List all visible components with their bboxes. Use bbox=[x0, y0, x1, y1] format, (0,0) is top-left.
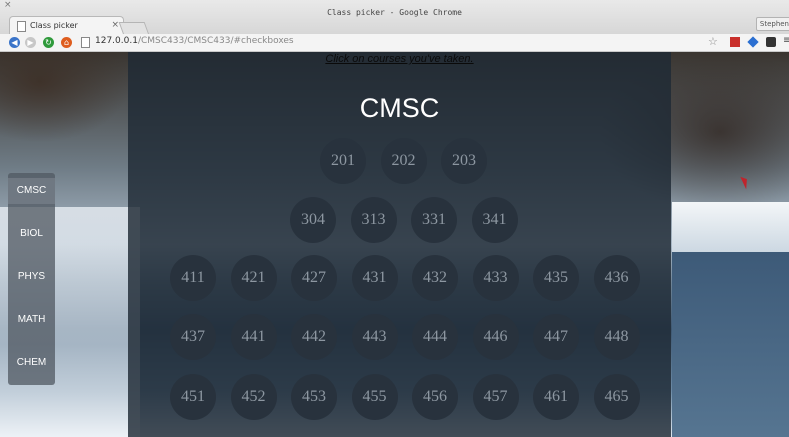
course-button[interactable]: 341 bbox=[471, 197, 518, 243]
course-button[interactable]: 444 bbox=[412, 314, 458, 360]
extension-icon[interactable] bbox=[747, 36, 759, 48]
browser-toolbar: ◀ ▶ ↻ ⌂ 127.0.0.1/CMSC433/CMSC433/#check… bbox=[0, 34, 789, 52]
menu-icon[interactable]: ≡ bbox=[783, 35, 789, 46]
extension-icon[interactable] bbox=[730, 37, 740, 47]
sidebar-item-phys[interactable]: PHYS bbox=[8, 264, 55, 290]
url-host: 127.0.0.1 bbox=[95, 36, 138, 46]
sidebar-item-biol[interactable]: BIOL bbox=[8, 221, 55, 247]
back-icon[interactable]: ◀ bbox=[9, 37, 20, 48]
course-button[interactable]: 313 bbox=[350, 197, 397, 243]
course-button[interactable]: 202 bbox=[380, 138, 427, 184]
course-button[interactable]: 331 bbox=[411, 197, 457, 243]
instruction-text: Click on courses you've taken. bbox=[325, 53, 474, 65]
extension-icon[interactable] bbox=[766, 37, 776, 47]
course-button[interactable]: 437 bbox=[170, 314, 216, 360]
department-heading: CMSC bbox=[359, 93, 440, 123]
course-button[interactable]: 452 bbox=[230, 374, 277, 420]
course-button[interactable]: 455 bbox=[351, 374, 398, 420]
window-titlebar: × Class picker - Google Chrome Stephen C… bbox=[0, 0, 789, 35]
course-button[interactable]: 441 bbox=[230, 314, 277, 360]
page-viewport: Click on courses you've taken. CMSC 201 2… bbox=[0, 52, 789, 437]
profile-badge[interactable]: Stephen bbox=[755, 17, 789, 31]
course-button[interactable]: 461 bbox=[533, 374, 579, 420]
course-button[interactable]: 456 bbox=[412, 374, 458, 420]
background-water bbox=[672, 252, 789, 437]
course-button[interactable]: 443 bbox=[351, 314, 398, 360]
course-button[interactable]: 427 bbox=[291, 255, 337, 301]
forward-icon[interactable]: ▶ bbox=[25, 37, 36, 48]
course-button[interactable]: 433 bbox=[472, 255, 519, 301]
course-button[interactable]: 304 bbox=[290, 197, 336, 243]
browser-tab[interactable]: Class picker × bbox=[9, 16, 124, 35]
course-panel: Click on courses you've taken. CMSC 201 2… bbox=[128, 52, 671, 437]
course-button[interactable]: 442 bbox=[291, 314, 337, 360]
course-button[interactable]: 448 bbox=[593, 314, 640, 360]
address-bar[interactable]: 127.0.0.1/CMSC433/CMSC433/#checkboxes bbox=[95, 36, 294, 46]
home-icon[interactable]: ⌂ bbox=[61, 37, 72, 48]
course-button[interactable]: 451 bbox=[170, 374, 216, 420]
sidebar-item-chem[interactable]: CHEM bbox=[8, 350, 55, 376]
course-button[interactable]: 201 bbox=[320, 138, 366, 184]
course-button[interactable]: 431 bbox=[351, 255, 398, 301]
course-button[interactable]: 446 bbox=[472, 314, 519, 360]
course-button[interactable]: 432 bbox=[412, 255, 458, 301]
course-button[interactable]: 447 bbox=[533, 314, 579, 360]
page-info-icon[interactable] bbox=[81, 37, 90, 48]
course-button[interactable]: 465 bbox=[593, 374, 640, 420]
course-button[interactable]: 435 bbox=[533, 255, 579, 301]
url-path: /CMSC433/CMSC433/#checkboxes bbox=[137, 36, 294, 46]
department-sidebar: CMSC BIOL PHYS MATH CHEM bbox=[8, 173, 55, 385]
course-button[interactable]: 436 bbox=[593, 255, 640, 301]
course-button[interactable]: 421 bbox=[230, 255, 277, 301]
tab-title: Class picker bbox=[30, 21, 78, 30]
reload-icon[interactable]: ↻ bbox=[43, 37, 54, 48]
course-button[interactable]: 453 bbox=[291, 374, 337, 420]
course-button[interactable]: 203 bbox=[441, 138, 487, 184]
sidebar-item-cmsc[interactable]: CMSC bbox=[8, 178, 55, 204]
bookmark-star-icon[interactable]: ☆ bbox=[708, 35, 718, 48]
course-button[interactable]: 457 bbox=[472, 374, 519, 420]
sidebar-item-math[interactable]: MATH bbox=[8, 307, 55, 333]
page-icon bbox=[17, 21, 26, 32]
course-button[interactable]: 411 bbox=[170, 255, 216, 301]
